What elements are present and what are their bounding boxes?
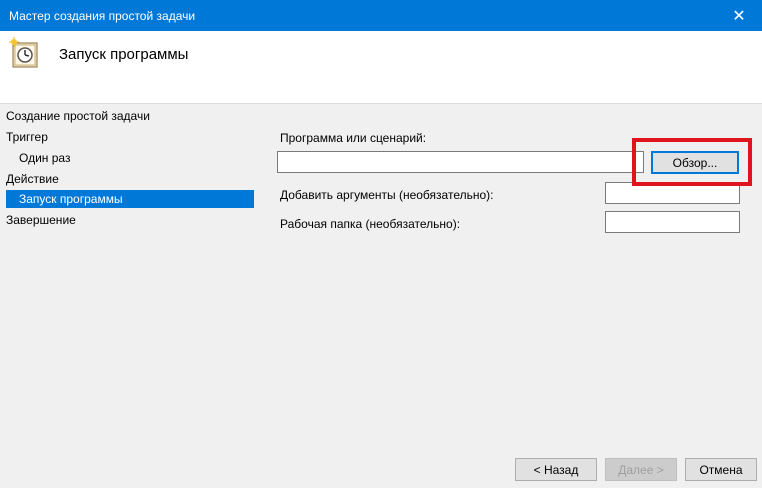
step-action[interactable]: Действие [6,170,59,188]
cancel-button[interactable]: Отмена [685,458,757,481]
wizard-header: Запуск программы [0,31,762,104]
back-button[interactable]: < Назад [515,458,597,481]
step-label: Создание простой задачи [6,109,150,123]
step-create-simple-task[interactable]: Создание простой задачи [6,107,150,125]
step-label: Действие [6,172,59,186]
step-one-time[interactable]: Один раз [19,149,70,167]
next-button[interactable]: Далее > [605,458,677,481]
workdir-label: Рабочая папка (необязательно): [280,217,461,231]
arguments-label: Добавить аргументы (необязательно): [280,188,494,202]
step-start-program[interactable]: Запуск программы [6,190,254,208]
step-finish[interactable]: Завершение [6,211,76,229]
program-input[interactable] [277,151,644,173]
task-clock-icon [9,37,38,68]
step-label: Завершение [6,213,76,227]
step-label: Один раз [19,151,71,165]
close-button[interactable]: ✕ [716,0,762,31]
step-trigger[interactable]: Триггер [6,128,48,146]
workdir-input[interactable] [605,211,740,233]
step-label: Запуск программы [19,192,123,206]
browse-button[interactable]: Обзор... [651,151,739,174]
window-title: Мастер создания простой задачи [9,9,196,23]
arguments-input[interactable] [605,182,740,204]
step-label: Триггер [6,130,48,144]
program-label: Программа или сценарий: [280,131,427,145]
page-title: Запуск программы [59,46,189,63]
wizard-steps: Создание простой задачи Триггер Один раз… [0,104,262,488]
title-bar: Мастер создания простой задачи ✕ [0,0,762,31]
